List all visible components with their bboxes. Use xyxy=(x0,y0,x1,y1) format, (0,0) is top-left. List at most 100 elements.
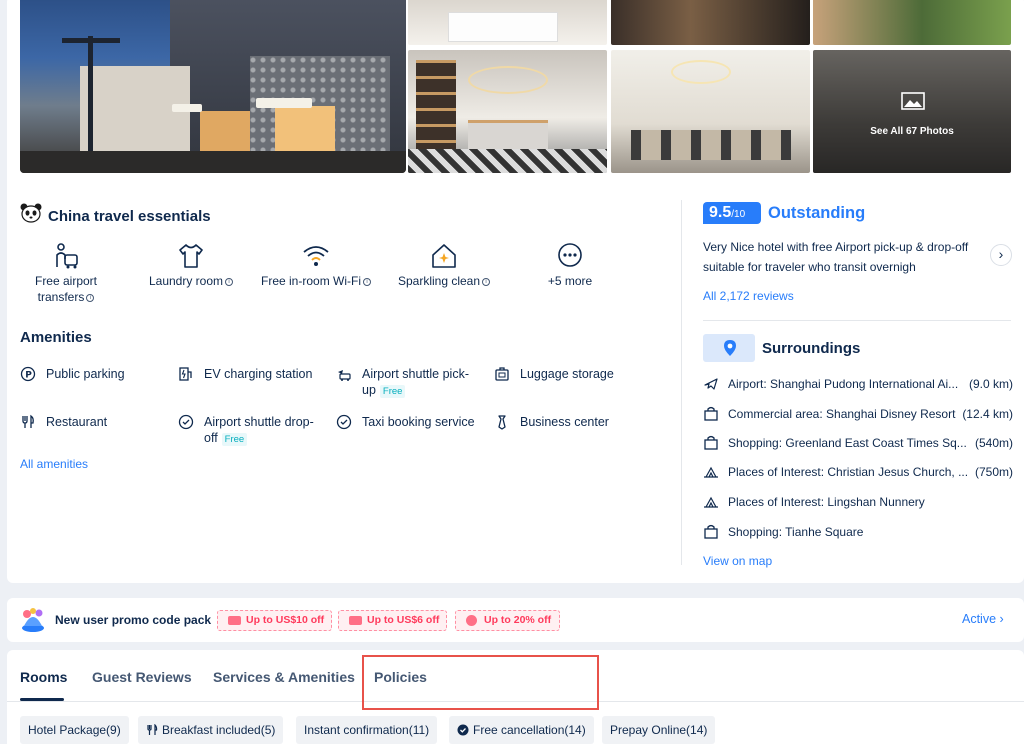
hotel-photo-exterior[interactable] xyxy=(813,0,1011,45)
review-snippet: Very Nice hotel with free Airport pick-u… xyxy=(703,240,969,274)
all-amenities-link[interactable]: All amenities xyxy=(20,457,88,471)
amenity-label-wrap: Airport shuttle drop-off Free xyxy=(204,414,319,446)
wifi-icon xyxy=(303,246,329,266)
hotel-photo-bedroom[interactable] xyxy=(408,0,607,45)
info-icon[interactable]: i xyxy=(86,293,95,302)
hotel-photo-restaurant[interactable] xyxy=(611,50,810,173)
map-thumbnail[interactable] xyxy=(703,334,755,362)
rating-score-badge: 9.5/10 xyxy=(703,202,761,224)
surrounding-distance: (750m) xyxy=(974,465,1013,479)
coupon-chip[interactable]: Up to US$6 off xyxy=(338,610,447,631)
filter-breakfast-included[interactable]: Breakfast included(5) xyxy=(138,716,284,744)
svg-text:P: P xyxy=(25,370,32,380)
filter-prepay-online[interactable]: Prepay Online(14) xyxy=(602,716,716,744)
tie-icon xyxy=(498,415,506,430)
essential-wifi: Free in-room Wi-Fi i xyxy=(261,241,372,289)
panda-icon xyxy=(20,203,42,223)
filter-instant-confirmation[interactable]: Instant confirmation(11) xyxy=(296,716,438,744)
coupon-icon xyxy=(349,616,362,625)
clean-icon xyxy=(432,244,456,268)
shopping-bag-icon xyxy=(704,524,718,539)
chevron-right-icon: › xyxy=(999,612,1004,626)
tab-guest-reviews[interactable]: Guest Reviews xyxy=(92,669,192,685)
rating-score: 9.5 xyxy=(709,204,732,221)
coupon-icon xyxy=(466,615,477,626)
amenity-label: Airport shuttle pick-up xyxy=(362,367,469,397)
info-icon[interactable]: i xyxy=(482,277,491,286)
check-circle-icon xyxy=(178,414,194,430)
ev-charging-icon xyxy=(179,367,192,381)
shuttle-icon xyxy=(338,370,351,381)
essentials-title: China travel essentials xyxy=(48,208,211,225)
coupon-label: Up to 20% off xyxy=(484,614,552,626)
surrounding-distance: (12.4 km) xyxy=(962,407,1013,421)
rating-label: Outstanding xyxy=(768,204,866,222)
panel-divider xyxy=(681,200,682,565)
hotel-main-photo[interactable] xyxy=(20,0,406,173)
promo-title: New user promo code pack xyxy=(55,613,212,627)
promo-active-link[interactable]: Active › xyxy=(962,612,1004,626)
see-all-photos-label: See All 67 Photos xyxy=(870,126,954,137)
amenity-label: Taxi booking service xyxy=(362,415,475,429)
airport-transfer-icon xyxy=(56,243,78,269)
luggage-icon xyxy=(495,367,509,381)
image-icon xyxy=(901,92,925,110)
tab-services-amenities[interactable]: Services & Amenities xyxy=(213,669,355,685)
all-reviews-link[interactable]: All 2,172 reviews xyxy=(703,289,794,303)
filter-label: Free cancellation(14) xyxy=(473,723,586,737)
amenity-label: Luggage storage xyxy=(520,367,614,381)
amenity-label-wrap: Airport shuttle pick-up Free xyxy=(362,366,477,398)
essential-label: Sparkling clean xyxy=(397,274,481,288)
coupon-label: Up to US$10 off xyxy=(246,614,325,626)
amenity-label: Airport shuttle drop-off xyxy=(204,415,314,445)
essential-laundry-room: Laundry room i xyxy=(136,241,246,289)
essential-more-button[interactable]: +5 more xyxy=(515,241,625,289)
surrounding-name: Shopping: Greenland East Coast Times Sq.… xyxy=(728,436,967,450)
surrounding-name: Airport: Shanghai Pudong International A… xyxy=(728,377,959,391)
hotel-photo-entrance[interactable] xyxy=(611,0,810,45)
rating-scale: /10 xyxy=(731,209,746,220)
surrounding-name: Shopping: Tianhe Square xyxy=(728,525,864,539)
parking-icon: P xyxy=(20,366,36,382)
coupon-label: Up to US$6 off xyxy=(367,614,440,626)
more-icon xyxy=(558,243,582,267)
shopping-bag-icon xyxy=(704,435,718,450)
laundry-icon xyxy=(179,244,203,268)
plane-icon xyxy=(704,378,718,390)
filter-label: Breakfast included(5) xyxy=(162,723,276,737)
tab-rooms[interactable]: Rooms xyxy=(20,669,67,685)
free-badge: Free xyxy=(221,433,248,446)
coupon-chip[interactable]: Up to US$10 off xyxy=(217,610,332,631)
filter-hotel-package[interactable]: Hotel Package(9) xyxy=(20,716,129,744)
info-icon[interactable]: i xyxy=(363,277,372,286)
surrounding-name: Places of Interest: Christian Jesus Chur… xyxy=(728,465,969,479)
check-circle-icon xyxy=(336,414,352,430)
gift-hat-icon xyxy=(22,608,44,632)
divider xyxy=(703,320,1011,321)
filter-free-cancellation[interactable]: Free cancellation(14) xyxy=(449,716,594,744)
free-badge: Free xyxy=(379,385,406,398)
essential-sparkling-clean: Sparkling clean i xyxy=(389,241,499,289)
see-all-photos-button[interactable]: See All 67 Photos xyxy=(813,50,1011,173)
view-on-map-link[interactable]: View on map xyxy=(703,554,772,568)
amenity-label: EV charging station xyxy=(204,367,313,381)
chevron-right-icon: › xyxy=(998,246,1004,262)
amenity-label: Restaurant xyxy=(46,415,108,429)
surroundings-title: Surroundings xyxy=(762,340,861,357)
info-icon[interactable]: i xyxy=(225,277,234,286)
landmark-icon xyxy=(704,496,718,508)
surrounding-distance: (540m) xyxy=(974,436,1013,450)
essential-label: +5 more xyxy=(547,274,593,288)
essential-label: Free in-room Wi-Fi xyxy=(261,274,362,288)
restaurant-icon xyxy=(22,414,34,428)
essential-airport-transfers: Free airport transfers i xyxy=(11,241,121,305)
coupon-chip[interactable]: Up to 20% off xyxy=(455,610,560,631)
amenity-label: Public parking xyxy=(46,367,125,381)
next-review-button[interactable]: › xyxy=(990,244,1012,266)
essential-label: Laundry room xyxy=(148,274,224,288)
promo-active-label: Active xyxy=(962,612,997,626)
surrounding-distance: (9.0 km) xyxy=(968,377,1013,391)
surrounding-name: Places of Interest: Lingshan Nunnery xyxy=(728,495,925,509)
utensils-icon xyxy=(147,724,158,735)
hotel-photo-lobby[interactable] xyxy=(408,50,607,173)
